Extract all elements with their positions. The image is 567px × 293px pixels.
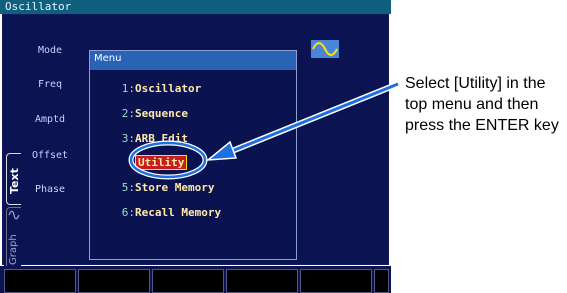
view-tabs: Text Graph	[4, 151, 21, 269]
menu-title: Menu	[94, 53, 122, 64]
softkey-1[interactable]	[4, 269, 76, 293]
graph-wave-icon	[8, 210, 20, 220]
param-offset-label[interactable]: Offset	[20, 150, 80, 161]
menu-item-sequence[interactable]: 2:Sequence	[90, 107, 296, 120]
menu-item-number: 3:	[121, 132, 135, 145]
tab-graph[interactable]: Graph	[6, 207, 21, 269]
softkey-2[interactable]	[78, 269, 150, 293]
softkey-5[interactable]	[300, 269, 372, 293]
menu-item-label: Store Memory	[135, 181, 215, 194]
menu-titlebar: Menu	[90, 51, 296, 70]
menu-item-oscillator[interactable]: 1:Oscillator	[90, 82, 296, 95]
softkey-4[interactable]	[226, 269, 298, 293]
param-freq-label[interactable]: Freq	[20, 79, 80, 90]
menu-item-number: 6:	[121, 206, 135, 219]
tab-text[interactable]: Text	[6, 153, 21, 205]
menu-item-utility[interactable]: 4:Utility	[90, 155, 296, 170]
softkey-6[interactable]	[374, 269, 389, 293]
menu-item-store-memory[interactable]: 5:Store Memory	[90, 181, 296, 194]
sine-wave-icon	[311, 40, 339, 58]
menu-item-label-selected: Utility	[135, 155, 188, 170]
instrument-screen: Oscillator Mode Freq Amptd Offset Phase …	[0, 0, 391, 293]
menu-item-label: Sequence	[135, 107, 188, 120]
window-title: Oscillator	[5, 0, 72, 13]
menu-item-label: ARB Edit	[135, 132, 188, 145]
menu-item-label: Oscillator	[135, 82, 202, 95]
menu-item-label: Recall Memory	[135, 206, 222, 219]
menu-item-number: 2:	[121, 107, 135, 120]
tab-text-label: Text	[8, 168, 21, 194]
menu-item-number: 5:	[121, 181, 135, 194]
param-phase-label[interactable]: Phase	[20, 184, 80, 195]
top-menu: Menu 1:Oscillator 2:Sequence 3:ARB Edit …	[89, 50, 297, 260]
tab-graph-label: Graph	[8, 234, 19, 265]
param-mode-label[interactable]: Mode	[20, 45, 80, 56]
menu-item-number: 1:	[121, 82, 135, 95]
menu-item-arb-edit[interactable]: 3:ARB Edit	[90, 132, 296, 145]
menu-item-recall-memory[interactable]: 6:Recall Memory	[90, 206, 296, 219]
param-amptd-label[interactable]: Amptd	[20, 114, 80, 125]
window-titlebar: Oscillator	[0, 0, 391, 14]
callout-text: Select [Utility] in the top menu and the…	[405, 75, 559, 134]
softkey-3[interactable]	[152, 269, 224, 293]
